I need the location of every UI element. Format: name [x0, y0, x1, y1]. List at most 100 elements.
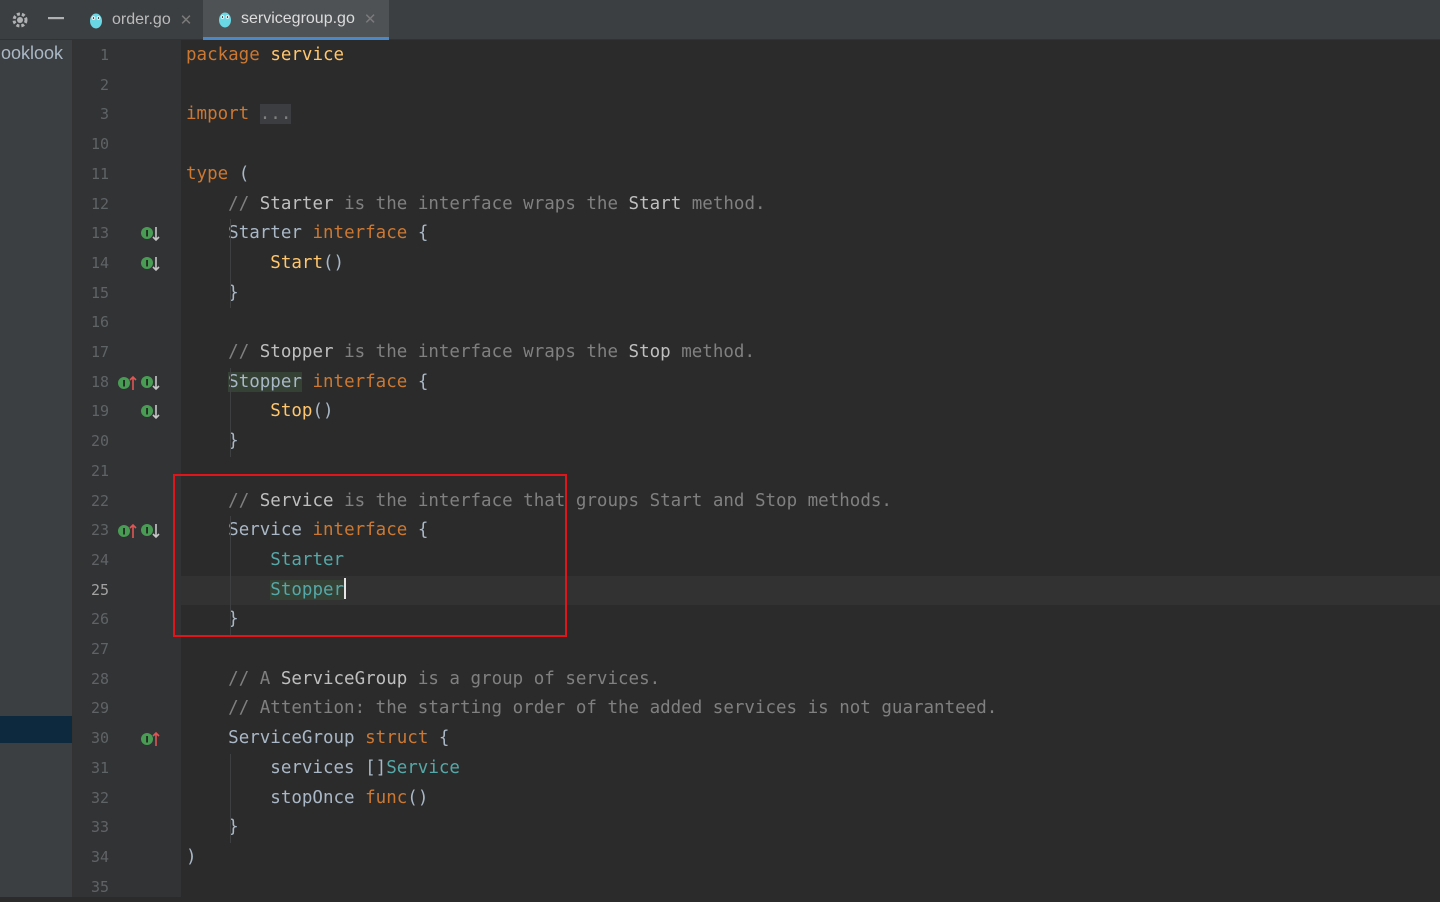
implemented-icon[interactable]: I — [140, 373, 160, 393]
code-line[interactable]: 34) — [0, 843, 1440, 873]
implements-icon[interactable]: I — [117, 373, 137, 393]
line-number: 30 — [90, 729, 109, 748]
tab-servicegroup-go[interactable]: servicegroup.go ✕ — [203, 0, 389, 40]
gear-icon[interactable] — [8, 8, 32, 32]
code-line[interactable]: 19 I Stop() — [0, 397, 1440, 427]
svg-text:I: I — [122, 528, 125, 538]
code-line[interactable]: 16 — [0, 308, 1440, 338]
code-token: import — [186, 104, 250, 125]
tab-label: order.go — [112, 11, 171, 28]
code-line[interactable]: 1 package service — [0, 41, 1440, 71]
code-token: package — [186, 45, 260, 65]
code-token: Stopper — [259, 342, 334, 362]
indent-guide — [230, 753, 231, 843]
code-token: interface — [312, 371, 408, 392]
code-line[interactable]: 15 } — [0, 279, 1440, 309]
code-token: ServiceGroup — [280, 668, 408, 689]
close-icon[interactable]: ✕ — [364, 10, 377, 28]
line-number: 34 — [90, 847, 109, 866]
implements-icon[interactable]: I — [117, 521, 137, 541]
code-line[interactable]: 30 I ServiceGroup struct { — [0, 724, 1440, 754]
svg-text:I: I — [145, 736, 148, 746]
code-token: () — [407, 787, 429, 808]
implemented-icon[interactable]: I — [140, 402, 160, 422]
implemented-icon[interactable]: I — [140, 224, 160, 244]
code-line[interactable]: 35 — [0, 873, 1440, 902]
line-number: 17 — [90, 343, 109, 361]
code-token: Service — [386, 757, 460, 778]
code-token: Start — [270, 252, 323, 273]
line-number: 26 — [90, 610, 109, 629]
code-line[interactable]: 28 // A ServiceGroup is a group of servi… — [0, 665, 1440, 695]
tab-order-go[interactable]: order.go ✕ — [78, 0, 202, 40]
code-token: Stopper — [228, 371, 302, 392]
code-line[interactable]: 20 } — [0, 427, 1440, 457]
code-token: interface — [312, 223, 408, 244]
code-token: is a group of services. — [407, 668, 661, 689]
code-token: services [] — [186, 757, 387, 778]
implemented-icon[interactable]: I — [140, 521, 160, 541]
close-icon[interactable]: ✕ — [180, 11, 193, 29]
line-number: 23 — [90, 521, 109, 540]
code-token: stopOnce — [186, 787, 366, 808]
code-line[interactable]: 17 // Stopper is the interface wraps the… — [0, 338, 1440, 368]
code-token: Start — [628, 193, 682, 214]
svg-text:I: I — [145, 527, 148, 537]
svg-text:I: I — [145, 259, 148, 269]
line-number: 11 — [90, 164, 109, 183]
code-token: type — [186, 163, 229, 184]
code-line[interactable]: 11 type ( — [0, 160, 1440, 190]
code-token: method. — [681, 193, 766, 214]
minimize-icon[interactable] — [44, 8, 68, 32]
code-line[interactable]: 29 // Attention: the starting order of t… — [0, 694, 1440, 724]
line-number: 20 — [90, 432, 109, 451]
code-token: service — [270, 45, 345, 65]
line-number: 32 — [90, 788, 109, 807]
code-token: func — [365, 787, 408, 808]
line-number: 2 — [99, 75, 109, 94]
line-number: 29 — [90, 699, 109, 718]
svg-text:I: I — [145, 230, 148, 240]
line-number: 15 — [90, 283, 109, 302]
code-line[interactable]: 27 — [0, 635, 1440, 665]
code-token: // Attention: the starting order of the … — [228, 698, 998, 719]
implements-icon[interactable]: I — [140, 729, 160, 749]
code-line[interactable]: 10 — [0, 130, 1440, 160]
line-number: 25 — [90, 580, 109, 599]
code-token: Stop — [628, 342, 671, 362]
code-token: struct — [365, 728, 429, 749]
code-line[interactable]: 33 } — [0, 813, 1440, 843]
line-number: 13 — [90, 224, 109, 243]
code-line[interactable]: 18 I I Stopper interface { — [0, 368, 1440, 398]
code-line[interactable]: 32 stopOnce func() — [0, 784, 1440, 814]
svg-text:I: I — [122, 379, 125, 389]
line-number: 19 — [90, 402, 109, 421]
line-number: 18 — [90, 372, 109, 391]
code-line[interactable]: 3 import ... — [0, 100, 1440, 130]
indent-guide — [230, 367, 231, 457]
line-number: 10 — [90, 135, 109, 154]
code-token: // A — [228, 668, 281, 689]
indent-guide — [230, 219, 231, 309]
code-token: // — [228, 342, 260, 362]
code-line[interactable]: 12 // Starter is the interface wraps the… — [0, 190, 1440, 220]
line-number: 21 — [90, 461, 109, 480]
code-token: () — [322, 252, 345, 273]
code-line[interactable]: 14 I Start() — [0, 249, 1440, 279]
line-number: 24 — [90, 550, 109, 569]
code-line[interactable]: 13 I Starter interface { — [0, 219, 1440, 249]
implemented-icon[interactable]: I — [140, 254, 160, 274]
code-line[interactable]: 31 services []Service — [0, 754, 1440, 784]
code-token: ... — [259, 104, 292, 125]
line-number: 3 — [99, 105, 109, 124]
code-line[interactable]: 2 — [0, 71, 1440, 101]
